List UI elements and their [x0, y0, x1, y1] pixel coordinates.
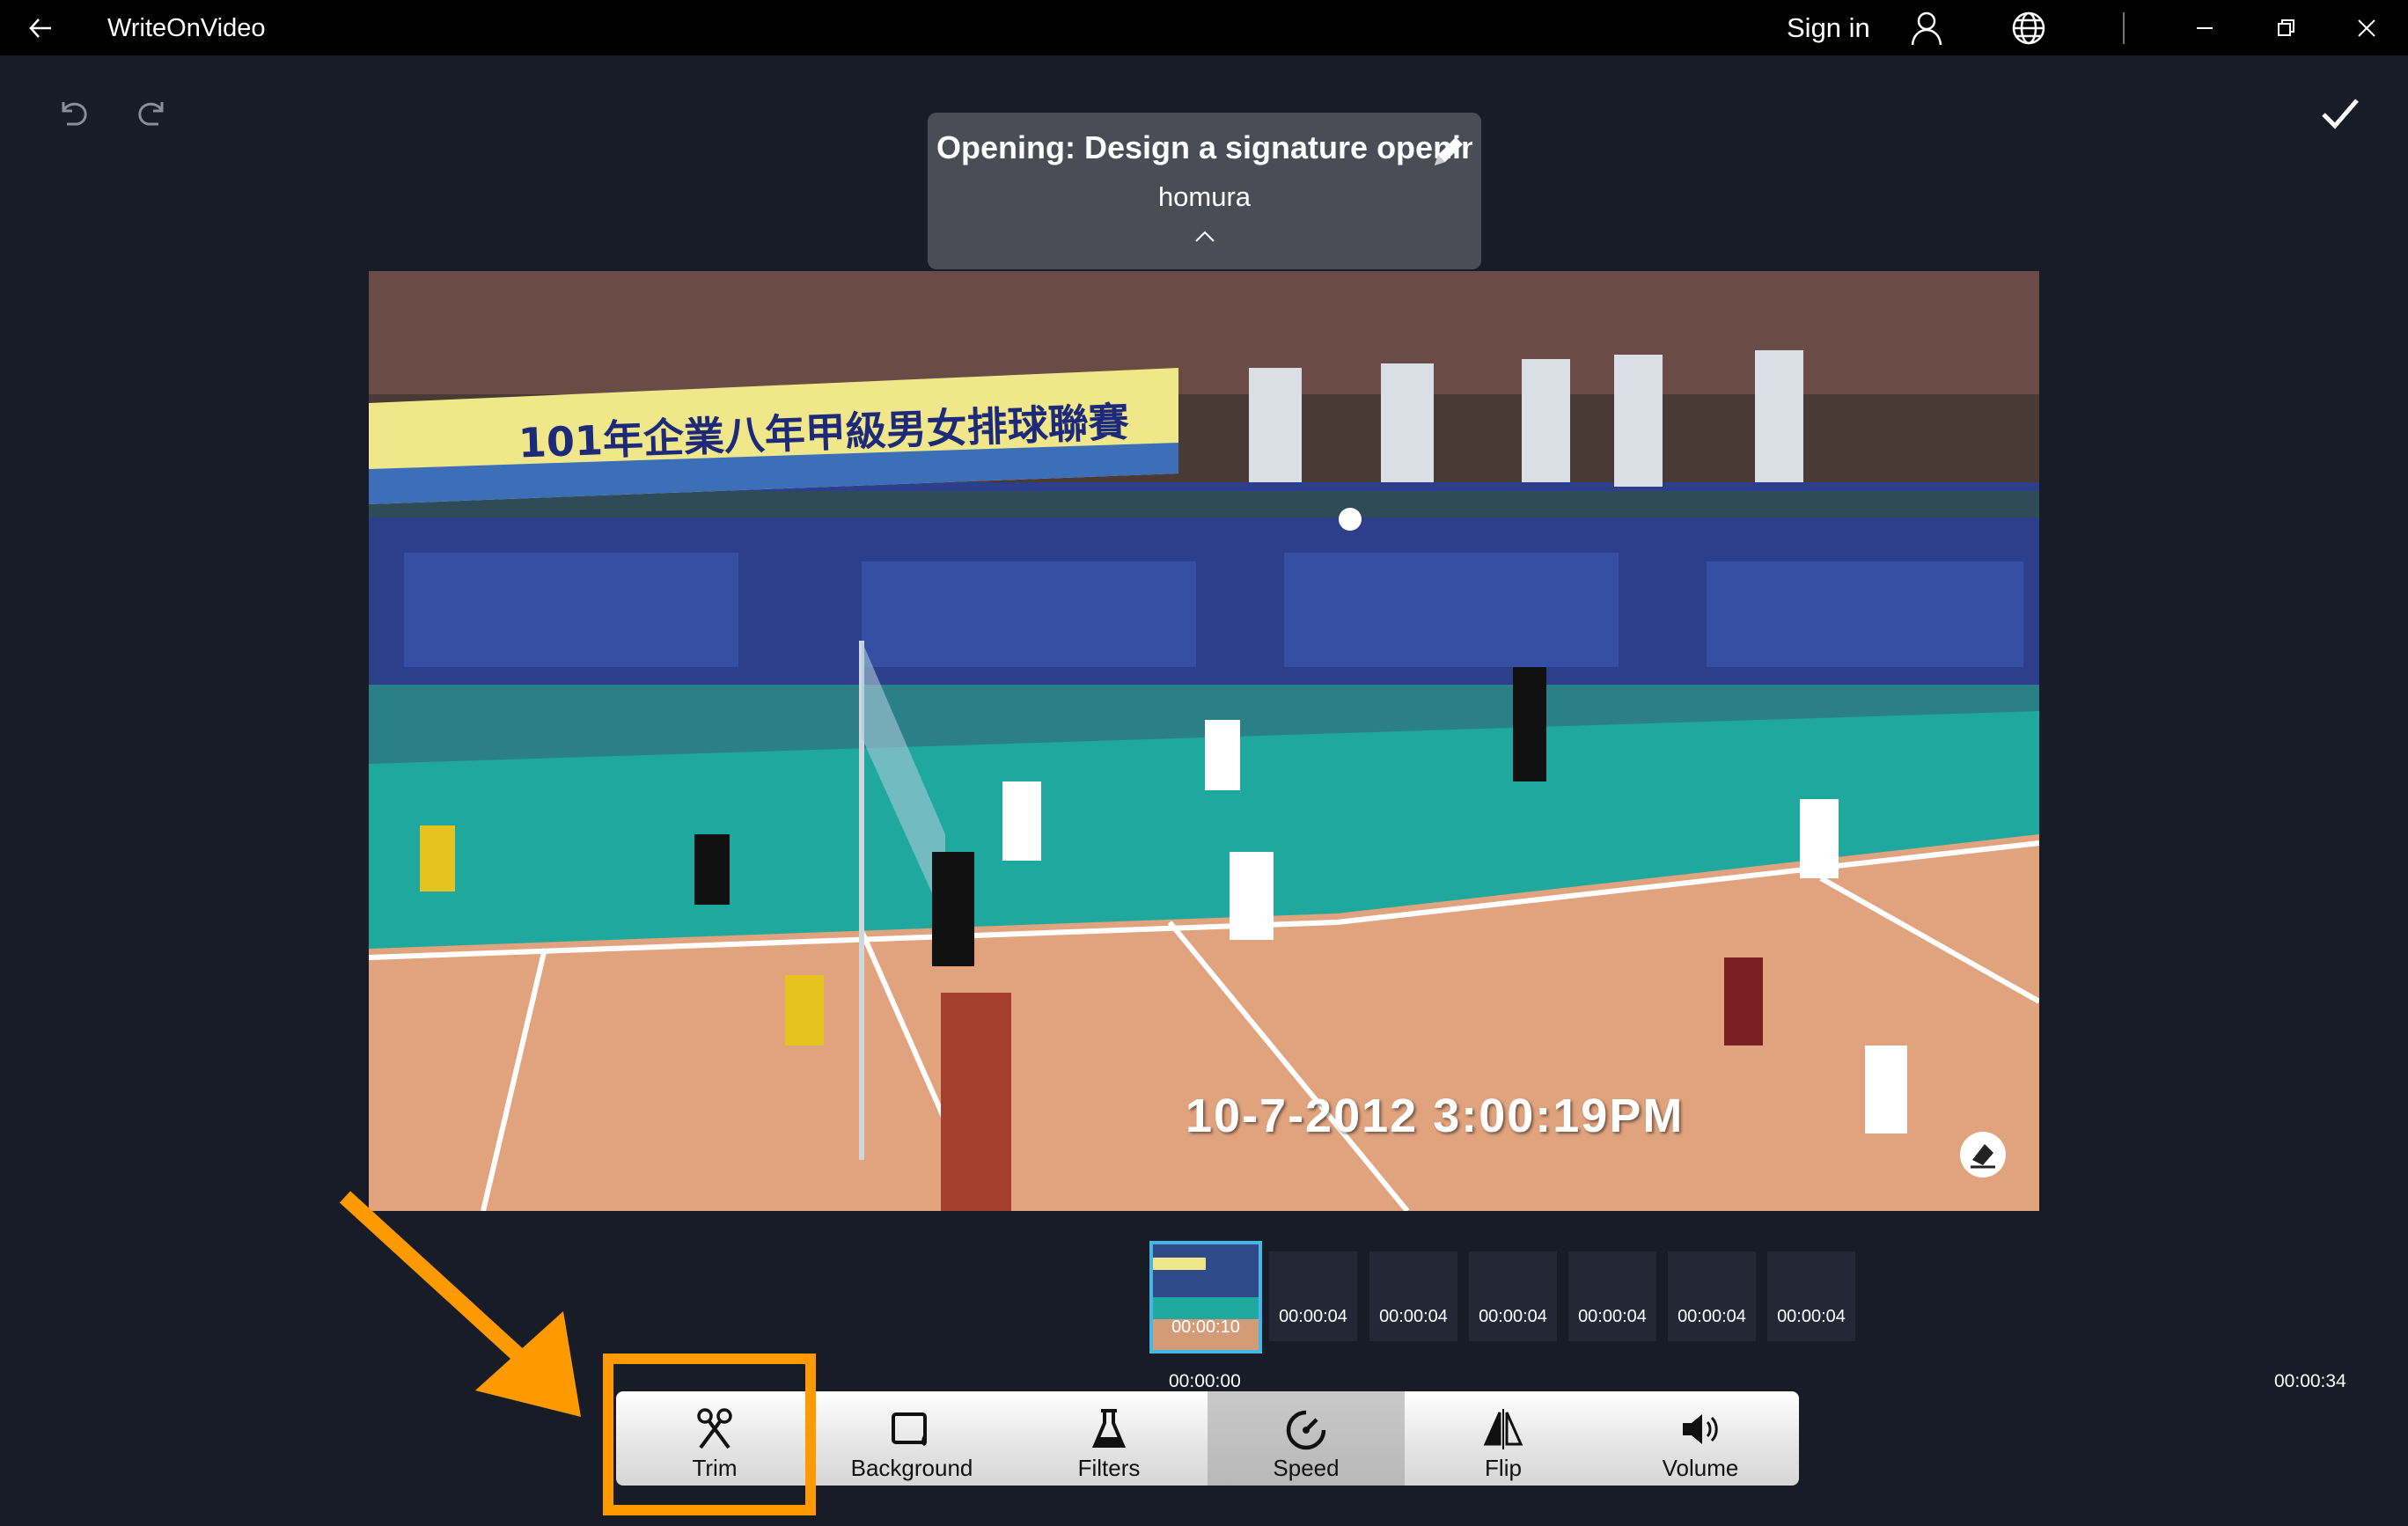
globe-icon[interactable] [2010, 10, 2047, 47]
annotation-highlight-box [603, 1354, 816, 1515]
close-button[interactable] [2348, 11, 2385, 46]
restore-button[interactable] [2267, 11, 2304, 46]
tool-label: Flip [1485, 1455, 1522, 1481]
user-icon[interactable] [1908, 10, 1945, 47]
eraser-icon [1971, 1144, 1995, 1169]
chevron-up-icon [1195, 231, 1215, 242]
timeline-clip[interactable]: 00:00:04 [1668, 1251, 1756, 1341]
filters-button[interactable]: Filters [1010, 1391, 1208, 1486]
volume-button[interactable]: Volume [1602, 1391, 1799, 1486]
minimize-icon [2197, 27, 2213, 29]
clip-duration: 00:00:04 [1678, 1307, 1746, 1326]
checkmark-icon [2322, 99, 2359, 129]
undo-button[interactable] [55, 93, 93, 132]
eraser-button[interactable] [1960, 1132, 2006, 1178]
redo-button[interactable] [132, 93, 171, 132]
app-window: WriteOnVideo Sign in Opening: Design a s… [0, 0, 2408, 1526]
opening-title: Opening: Design a signature opening [936, 129, 1472, 165]
undo-icon [62, 102, 87, 126]
timeline-clip[interactable]: 00:00:04 [1767, 1251, 1855, 1341]
clip-duration: 00:00:04 [1479, 1307, 1547, 1326]
clip-duration: 00:00:04 [1777, 1307, 1846, 1326]
clip-duration: 00:00:04 [1578, 1307, 1647, 1326]
confirm-button[interactable] [2318, 92, 2362, 136]
video-timestamp-overlay: 10-7-2012 3:00:19PM [1186, 1089, 1685, 1142]
speaker-icon [1683, 1414, 1718, 1444]
collapse-button[interactable] [1185, 224, 1225, 250]
flip-icon [1483, 1409, 1523, 1449]
timeline-end-time: 00:00:34 [2274, 1371, 2346, 1391]
app-title: WriteOnVideo [107, 14, 266, 42]
timeline-clip[interactable]: 00:00:10 [1149, 1241, 1262, 1354]
restore-icon [2278, 19, 2294, 36]
edit-opening-button[interactable] [1428, 132, 1468, 172]
flip-button[interactable]: Flip [1405, 1391, 1602, 1486]
timeline-clip[interactable]: 00:00:04 [1369, 1251, 1457, 1341]
opening-subtitle: homura [1157, 181, 1252, 212]
minimize-button[interactable] [2186, 11, 2223, 46]
timeline-clip[interactable]: 00:00:04 [1568, 1251, 1656, 1341]
background-fill-icon [892, 1412, 927, 1446]
tool-label: Volume [1662, 1455, 1739, 1481]
clip-duration: 00:00:10 [1171, 1317, 1240, 1337]
timeline-start-time: 00:00:00 [1169, 1371, 1241, 1391]
background-button[interactable]: Background [813, 1391, 1010, 1486]
clip-duration: 00:00:04 [1279, 1307, 1347, 1326]
flask-icon [1091, 1409, 1127, 1448]
close-icon [2358, 19, 2375, 37]
speed-button[interactable]: Speed [1208, 1391, 1405, 1486]
tool-label: Speed [1273, 1455, 1340, 1481]
timeline-clip[interactable]: 00:00:04 [1469, 1251, 1557, 1341]
title-bar: WriteOnVideo Sign in [0, 0, 2408, 55]
clip-duration: 00:00:04 [1379, 1307, 1448, 1326]
annotation-arrow [339, 1191, 581, 1417]
opening-card[interactable]: Opening: Design a signature opening homu… [928, 113, 1481, 269]
back-arrow-icon [29, 18, 51, 38]
video-frame: 101年企業八年甲級男女排球聯賽 [369, 271, 2039, 1211]
video-preview[interactable]: 101年企業八年甲級男女排球聯賽 10-7-2012 3:00:19PM [369, 271, 2039, 1211]
redo-icon [138, 102, 164, 126]
tool-label: Filters [1077, 1455, 1141, 1481]
sign-in-link[interactable]: Sign in [1787, 11, 1870, 46]
divider [2123, 12, 2125, 44]
speedometer-icon [1286, 1410, 1326, 1450]
back-button[interactable] [23, 11, 58, 46]
tool-label: Background [850, 1455, 973, 1481]
timeline-clip[interactable]: 00:00:04 [1269, 1251, 1357, 1341]
pencil-icon [1435, 137, 1463, 165]
